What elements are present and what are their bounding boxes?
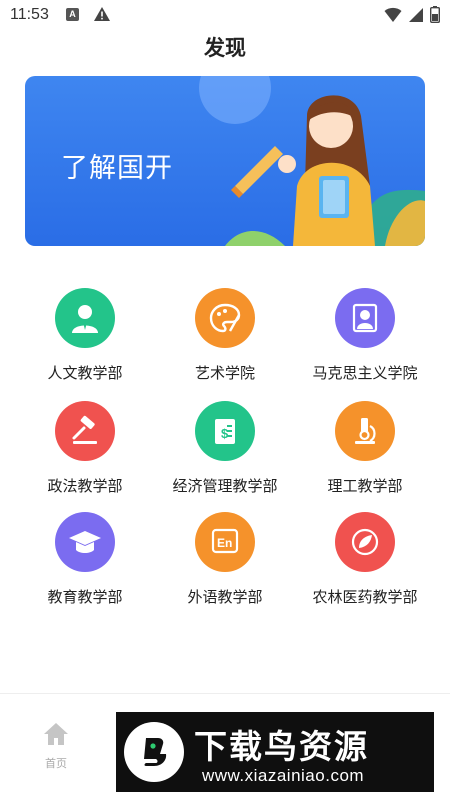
status-bar: 11:53 A (0, 0, 450, 32)
dept-label: 人文教学部 (47, 365, 123, 382)
dept-label: 农林医药教学部 (312, 589, 418, 606)
bottom-divider (0, 693, 450, 694)
tab-home-label: 首页 (45, 758, 67, 770)
dept-foreign-language[interactable]: En 外语教学部 (150, 512, 300, 607)
notification-a-icon: A (66, 8, 79, 21)
ledger-icon: $ (195, 401, 255, 461)
dept-marxism[interactable]: 马克思主义学院 (290, 288, 440, 383)
battery-icon (429, 6, 441, 28)
language-icon-text: En (217, 536, 232, 550)
svg-text:$: $ (221, 426, 229, 441)
dept-agriculture-medicine[interactable]: 农林医药教学部 (290, 512, 440, 607)
banner[interactable]: 了解国开 (25, 76, 425, 246)
home-icon (43, 723, 69, 750)
bird-logo-icon (124, 722, 184, 782)
dept-label: 政法教学部 (47, 478, 123, 495)
watermark-url: www.xiazainiao.com (202, 766, 365, 785)
dept-arts[interactable]: 艺术学院 (150, 288, 300, 383)
dept-science[interactable]: 理工教学部 (290, 401, 440, 496)
graduation-cap-icon (55, 512, 115, 572)
microscope-icon (335, 401, 395, 461)
wifi-icon (384, 7, 402, 28)
dept-label: 马克思主义学院 (312, 365, 418, 382)
language-icon: En (195, 512, 255, 572)
palette-icon (195, 288, 255, 348)
dept-education[interactable]: 教育教学部 (10, 512, 160, 607)
dept-economics[interactable]: $ 经济管理教学部 (150, 401, 300, 496)
gavel-icon (55, 401, 115, 461)
dept-label: 教育教学部 (47, 589, 123, 606)
dept-label: 经济管理教学部 (172, 478, 278, 495)
dept-label: 外语教学部 (187, 589, 263, 606)
person-icon (55, 288, 115, 348)
warning-icon (93, 6, 111, 27)
dept-label: 艺术学院 (194, 365, 255, 382)
watermark: 下载鸟资源 www.xiazainiao.com (116, 712, 434, 792)
portrait-icon (335, 288, 395, 348)
dept-label: 理工教学部 (327, 478, 403, 495)
status-time: 11:53 (10, 6, 49, 23)
page-title: 发现 (204, 37, 246, 60)
banner-title: 了解国开 (61, 153, 173, 183)
dept-humanities[interactable]: 人文教学部 (10, 288, 160, 383)
watermark-title: 下载鸟资源 (194, 728, 369, 765)
dept-law[interactable]: 政法教学部 (10, 401, 160, 496)
leaf-icon (335, 512, 395, 572)
signal-icon (408, 7, 424, 28)
tab-home[interactable]: 首页 (28, 722, 84, 771)
